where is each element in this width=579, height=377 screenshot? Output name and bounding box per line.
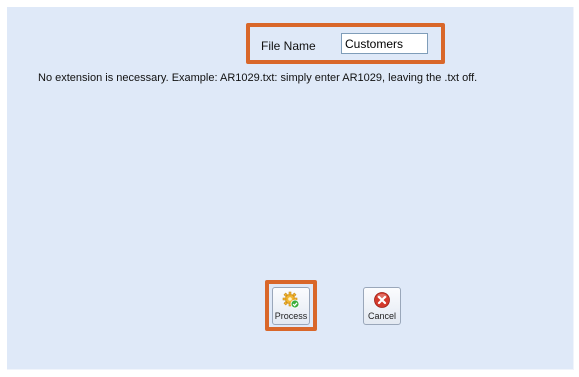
process-label: Process [274, 311, 308, 321]
extension-hint: No extension is necessary. Example: AR10… [38, 72, 478, 84]
file-name-input[interactable] [341, 33, 428, 54]
file-name-label: File Name [261, 39, 316, 53]
process-button[interactable]: Process [272, 287, 310, 325]
red-x-circle-icon [374, 292, 390, 308]
gear-check-icon [282, 291, 300, 309]
cancel-label: Cancel [367, 311, 396, 321]
cancel-button[interactable]: Cancel [363, 287, 401, 325]
